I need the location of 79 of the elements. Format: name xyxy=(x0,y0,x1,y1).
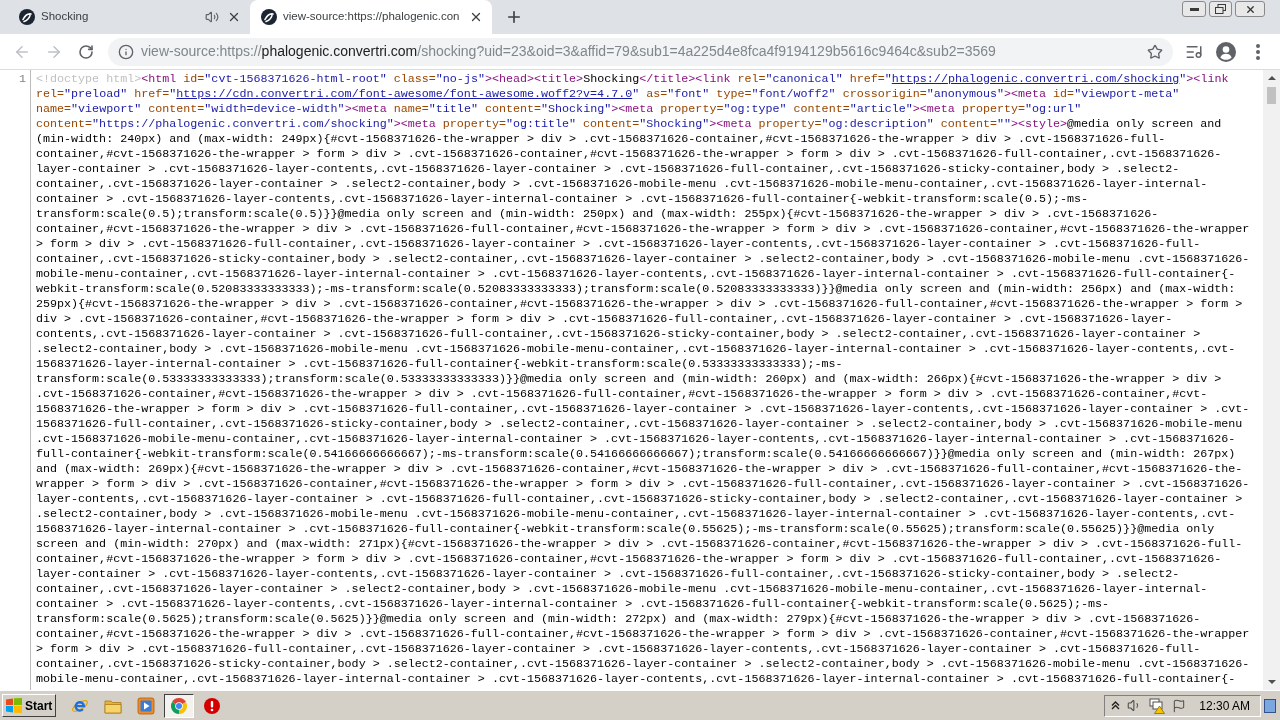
code-line: layer-container > .cvt-1568371626-layer-contents,.cvt-1568371626-layer-container > .cvt-1568371626-full-container,.cvt-1568371626-sticky-container,body > .select2- xyxy=(36,162,1180,177)
code-line: content="https://phalogenic.convertri.com/shocking"><meta property="og:title" content="Shocking"><meta property="og:description" content=""><style>@media only screen and xyxy=(36,117,1222,132)
code-line: 259px){#cvt-1568371626-the-wrapper > div > .cvt-1568371626-container,#cvt-1568371626-the-wrapper > div > .cvt-1568371626-full-container,#cvt-1568371626-the-wrapper > form > xyxy=(36,297,1243,312)
code-line: 1568371626-full-container,.cvt-1568371626-sticky-container,body > .select2-container,.cvt-1568371626-layer-container > .select2-container,body > .cvt-1568371626-mobile-menu xyxy=(36,417,1243,432)
code-line: transform:scale(0.5);transform:scale(0.5)}}@media only screen and (min-width: 250px) and (max-width: 255px){#cvt-1568371626-the-wrapper > div > .cvt-1568371626- xyxy=(36,207,1159,222)
restore-button[interactable] xyxy=(1209,1,1232,17)
code-line: mobile-menu-container,.cvt-1568371626-layer-internal-container > .cvt-1568371626-layer-contents,.cvt-1568371626-layer-internal-container > .cvt-1568371626-full-container{- xyxy=(36,267,1236,282)
info-icon[interactable] xyxy=(118,43,134,60)
browser-icon xyxy=(171,697,187,714)
play-icon xyxy=(137,696,155,715)
code-line: full-container{-webkit-transform:scale(0.54166666666667);-ms-transform:scale(0.54166666666667);transform:scale(0.54166666666667)}}@media only screen and (min-width: 267px) xyxy=(36,447,1236,462)
code-line: webkit-transform:scale(0.52083333333333);-ms-transform:scale(0.52083333333333);transform:scale(0.52083333333333)}}@media only screen and (min-width: 256px) and (max-width: xyxy=(36,282,1236,297)
code-line: wrapper > form > div > .cvt-1568371626-container,#cvt-1568371626-the-wrapper > form > div > .cvt-1568371626-full-container,.cvt-1568371626-layer-container > .cvt-1568371626- xyxy=(36,477,1250,492)
swirl-logo-icon xyxy=(261,9,277,25)
code-line: container,.cvt-1568371626-sticky-container,body > .select2-container,.cvt-1568371626-layer-container > .select2-container,body > .cvt-1568371626-mobile-menu .cvt-1568371626- xyxy=(36,252,1250,267)
minimize-button[interactable] xyxy=(1182,1,1206,17)
close-icon[interactable] xyxy=(469,10,483,24)
flag-icon[interactable] xyxy=(1172,698,1187,713)
show-desktop-icon[interactable] xyxy=(1264,698,1276,713)
code-line: name="viewport" content="width=device-width"><meta name="title" content="Shocking"><meta property="og:type" content="article"><meta property="og:url" xyxy=(36,102,1082,117)
code-line: container,.cvt-1568371626-layer-container > .select2-container,body > .cvt-1568371626-mobile-menu .cvt-1568371626-mobile-menu-container,.cvt-1568371626-layer-internal- xyxy=(36,177,1208,192)
browser-tab[interactable]: view-source:https://phalogenic.con xyxy=(250,0,492,34)
code-line: .select2-container,body > .cvt-1568371626-mobile-menu .cvt-1568371626-mobile-menu-container,.cvt-1568371626-layer-internal-container > .cvt-1568371626-layer-contents,.cvt- xyxy=(36,507,1236,522)
code-line: 1568371626-layer-internal-container > .cvt-1568371626-full-container{-webkit-transform:scale(0.55625);-ms-transform:scale(0.55625);transform:scale(0.55625)}}@media only xyxy=(36,522,1215,537)
code-line: layer-container > .cvt-1568371626-layer-contents,.cvt-1568371626-layer-container > .cvt-1568371626-full-container,.cvt-1568371626-sticky-container,body > .select2- xyxy=(36,567,1180,582)
menu-icon xyxy=(1256,43,1260,60)
chevron-up-icon[interactable] xyxy=(1111,701,1121,710)
code-line: container > .cvt-1568371626-layer-contents,.cvt-1568371626-layer-internal-container > .cvt-1568371626-full-container{-webkit-transform:scale(0.5625);-ms- xyxy=(36,597,1110,612)
clock[interactable]: 12:30 AM xyxy=(1199,696,1250,715)
folder-icon xyxy=(104,697,122,714)
windows-flag-icon xyxy=(6,698,22,713)
code-line: div > .cvt-1568371626-container,#cvt-1568371626-the-wrapper > form > div > .cvt-1568371626-full-container,.cvt-1568371626-layer-container > .cvt-1568371626-layer- xyxy=(36,312,1173,327)
code-line: rel="preload" href="https://cdn.convertri.com/font-awesome/font-awesome.woff2?v=4.7.0" as="font" type="font/woff2" crossorigin="anonymous"><meta id="viewport-meta" xyxy=(36,87,1180,102)
address-bar[interactable]: view-source:https://phalogenic.convertri.com/shocking?uid=23&oid=3&affid=79&sub1=4a225d4e8fca4f9194129b5616c9464c&sub2=3569 xyxy=(108,37,1173,66)
code-line: container > .cvt-1568371626-layer-contents,.cvt-1568371626-layer-internal-container > .cvt-1568371626-full-container{-webkit-transform:scale(0.5);-ms- xyxy=(36,192,1089,207)
code-line: 1568371626-layer-internal-container > .cvt-1568371626-full-container{-webkit-transform:scale(0.53333333333333);-ms- xyxy=(36,357,843,372)
code-line: container,.cvt-1568371626-layer-container > .select2-container,body > .cvt-1568371626-mobile-menu .cvt-1568371626-mobile-menu-container,.cvt-1568371626-layer-internal- xyxy=(36,582,1208,597)
swirl-logo-icon xyxy=(19,9,35,25)
star-icon[interactable] xyxy=(1147,43,1163,60)
close-icon[interactable] xyxy=(227,10,241,24)
scroll-down-icon[interactable] xyxy=(1267,680,1276,684)
code-line: container,#cvt-1568371626-the-wrapper > div > .cvt-1568371626-full-container,#cvt-1568371626-the-wrapper > form > div > .cvt-1568371626-container,#cvt-1568371626-the-wrapper xyxy=(36,627,1250,642)
source-link[interactable]: https://phalogenic.convertri.com/shocking xyxy=(891,72,1180,86)
restore-icon xyxy=(1215,4,1226,14)
speaker-icon[interactable] xyxy=(205,10,219,24)
code-line: .cvt-1568371626-mobile-menu-container,.cvt-1568371626-layer-internal-container > .cvt-1568371626-layer-contents,.cvt-1568371626-layer-internal-container > .cvt-1568371626- xyxy=(36,432,1236,447)
close-icon xyxy=(1244,3,1256,15)
code-line: mobile-menu-container,.cvt-1568371626-layer-internal-container > .cvt-1568371626-layer-contents,.cvt-1568371626-layer-internal-container > .cvt-1568371626-full-container{- xyxy=(36,672,1236,687)
code-line: screen and (min-width: 270px) and (max-width: 271px){#cvt-1568371626-the-wrapper > div > .cvt-1568371626-container,#cvt-1568371626-the-wrapper > div > .cvt-1568371626-full- xyxy=(36,537,1243,552)
code-line: 1568371626-the-wrapper > form > div > .cvt-1568371626-full-container,.cvt-1568371626-layer-container > .cvt-1568371626-layer-contents,.cvt-1568371626-layer-container > .cvt- xyxy=(36,402,1250,417)
code-line: container,#cvt-1568371626-the-wrapper > form > div > .cvt-1568371626-container,#cvt-1568371626-the-wrapper > form > div > .cvt-1568371626-full-container,.cvt-1568371626- xyxy=(36,147,1222,162)
taskbar-button[interactable] xyxy=(164,693,194,718)
code-line: > form > div > .cvt-1568371626-full-container,.cvt-1568371626-layer-container > .cvt-1568371626-layer-contents,.cvt-1568371626-layer-container > .cvt-1568371626-full- xyxy=(36,237,1201,252)
plus-icon xyxy=(505,8,523,26)
scrollbar-thumb[interactable] xyxy=(1267,87,1276,104)
code-line: .select2-container,body > .cvt-1568371626-mobile-menu .cvt-1568371626-mobile-menu-container,.cvt-1568371626-layer-internal-container > .cvt-1568371626-layer-contents,.cvt- xyxy=(36,342,1236,357)
code-line: and (max-width: 269px){#cvt-1568371626-the-wrapper > div > .cvt-1568371626-container,#cvt-1568371626-the-wrapper > div > .cvt-1568371626-full-container,#cvt-1568371626-the- xyxy=(36,462,1243,477)
code-line: transform:scale(0.5625);transform:scale(0.5625)}}@media only screen and (min-width: 272px) and (max-width: 279px){#cvt-1568371626-the-wrapper > div > .cvt-1568371626- xyxy=(36,612,1201,627)
alert-icon xyxy=(204,697,220,714)
account-icon xyxy=(1216,41,1236,62)
start-button[interactable]: Start xyxy=(2,694,56,717)
code-line: > form > div > .cvt-1568371626-full-container,.cvt-1568371626-layer-container > .cvt-1568371626-layer-contents,.cvt-1568371626-layer-container > .cvt-1568371626-full- xyxy=(36,642,1201,657)
code-line: <!doctype html><html id="cvt-1568371626-html-root" class="no-js"><head><title>Shocking</title><link rel="canonical" href="https://phalogenic.convertri.com/shocking"><link xyxy=(36,72,1229,87)
line-number: 1 xyxy=(19,72,26,87)
code-line: container,.cvt-1568371626-sticky-container,body > .select2-container,.cvt-1568371626-layer-container > .select2-container,body > .cvt-1568371626-mobile-menu .cvt-1568371626- xyxy=(36,657,1250,672)
code-line: .cvt-1568371626-container,#cvt-1568371626-the-wrapper > div > .cvt-1568371626-full-container,#cvt-1568371626-the-wrapper > form > div > .cvt-1568371626-container,#cvt- xyxy=(36,387,1208,402)
source-link[interactable]: https://cdn.convertri.com/font-awesome/font-awesome.woff2?v=4.7.0 xyxy=(176,87,633,101)
scroll-up-icon[interactable] xyxy=(1267,76,1276,80)
close-button[interactable] xyxy=(1235,1,1265,17)
code-line: contents,.cvt-1568371626-layer-container > .cvt-1568371626-full-container,.cvt-1568371626-sticky-container,body > .select2-container,.cvt-1568371626-layer-container > xyxy=(36,327,1201,342)
scrollbar-track[interactable] xyxy=(1263,70,1280,690)
code-line: transform:scale(0.53333333333333);transform:scale(0.53333333333333)}}@media only screen and (min-width: 260px) and (max-width: 266px){#cvt-1568371626-the-wrapper > div > xyxy=(36,372,1222,387)
code-line: container,#cvt-1568371626-the-wrapper > form > div > .cvt-1568371626-container,#cvt-1568371626-the-wrapper > form > div > .cvt-1568371626-full-container,.cvt-1568371626- xyxy=(36,552,1222,567)
reload-icon xyxy=(78,43,94,60)
code-line: layer-contents,.cvt-1568371626-layer-container > .cvt-1568371626-full-container,.cvt-1568371626-sticky-container,body > .select2-container,.cvt-1568371626-layer-container > xyxy=(36,492,1243,507)
minimize-icon xyxy=(1189,7,1199,11)
network-warning-icon[interactable] xyxy=(1149,697,1166,714)
code-line: (min-width: 240px) and (max-width: 249px){#cvt-1568371626-the-wrapper > div > .cvt-1568371626-container,#cvt-1568371626-the-wrapper > div > .cvt-1568371626-full- xyxy=(36,132,1166,147)
code-line: container,#cvt-1568371626-the-wrapper > div > .cvt-1568371626-full-container,#cvt-1568371626-the-wrapper > form > div > .cvt-1568371626-container,#cvt-1568371626-the-wrapper xyxy=(36,222,1250,237)
